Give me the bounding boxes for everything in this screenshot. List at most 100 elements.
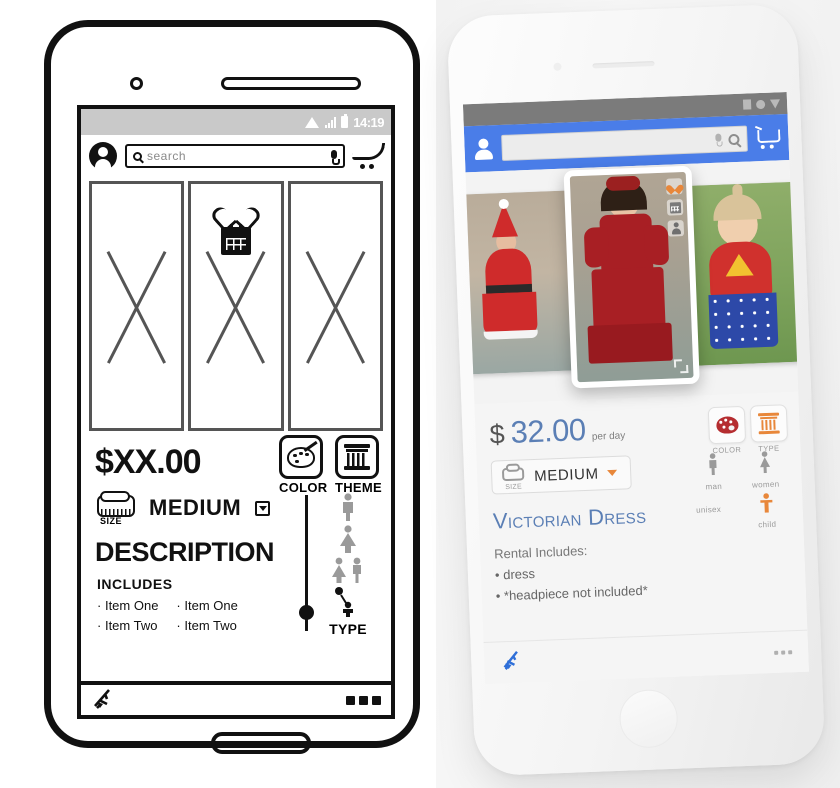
list-item-text: *headpiece not included* xyxy=(503,582,648,604)
mockup-screen: $ 32.00 per day SIZE MEDIUM Victorian Dr… xyxy=(462,91,809,685)
signal-icon xyxy=(325,116,337,128)
photo-placeholder[interactable] xyxy=(89,181,185,431)
audience-selector: man women unisex child xyxy=(686,450,794,564)
dropdown-caret-icon[interactable] xyxy=(255,500,271,516)
account-avatar-icon[interactable] xyxy=(89,142,117,171)
audience-option-man[interactable]: man xyxy=(688,452,737,492)
expand-fullscreen-icon[interactable] xyxy=(674,359,689,374)
brand-logo-icon[interactable] xyxy=(91,686,117,715)
photo-thumbnail[interactable] xyxy=(688,181,804,366)
status-time: 14:19 xyxy=(353,114,384,130)
list-item: • *headpiece not included* xyxy=(495,582,648,604)
slider-track xyxy=(305,495,308,615)
circle-icon xyxy=(755,99,766,109)
wireframe-gallery xyxy=(81,177,391,431)
mockup-phone-frame: $ 32.00 per day SIZE MEDIUM Victorian Dr… xyxy=(446,3,826,777)
includes-column-1: Item One Item Two xyxy=(97,598,158,638)
list-item: Item Two xyxy=(97,618,158,633)
photo-placeholder-featured[interactable] xyxy=(188,181,284,431)
mockup-gallery xyxy=(462,159,804,405)
comparison-stage: 14:19 search $XX.00 SIZE MEDIUM DESCRIPT… xyxy=(0,0,840,788)
color-button[interactable]: COLOR xyxy=(707,405,747,455)
home-button[interactable] xyxy=(618,688,679,749)
wireframe-status-bar: 14:19 xyxy=(81,109,391,135)
heart-outline-icon[interactable] xyxy=(209,198,263,233)
list-item: Item One xyxy=(97,598,158,613)
audience-label-child: child xyxy=(758,519,777,530)
audience-label-unisex: unisex xyxy=(696,504,722,515)
includes-column-2: Item One Item Two xyxy=(176,598,237,638)
battery-icon xyxy=(341,114,349,128)
type-label: TYPE xyxy=(329,621,367,637)
theme-button[interactable]: THEME xyxy=(335,435,382,495)
color-button[interactable]: COLOR xyxy=(279,435,327,495)
wireframe-panel: 14:19 search $XX.00 SIZE MEDIUM DESCRIPT… xyxy=(0,0,436,788)
size-selector[interactable]: SIZE MEDIUM xyxy=(490,455,632,495)
audience-option-child[interactable]: child xyxy=(742,492,791,530)
photo-placeholder[interactable] xyxy=(287,181,383,431)
woman-icon[interactable] xyxy=(319,525,377,553)
slider-track-lower xyxy=(305,615,308,631)
wireframe-phone-frame: 14:19 search $XX.00 SIZE MEDIUM DESCRIPT… xyxy=(44,20,420,754)
sim-icon xyxy=(742,99,752,110)
audience-option-unisex[interactable]: unisex xyxy=(684,502,732,515)
list-item-text: dress xyxy=(502,566,536,583)
front-camera-icon xyxy=(130,77,143,90)
wireframe-info-panel: $XX.00 SIZE MEDIUM DESCRIPTION INCLUDES xyxy=(81,431,391,638)
list-item: Item One xyxy=(176,598,237,613)
search-input[interactable]: search xyxy=(125,144,345,168)
mockup-attribute-buttons: COLOR TYPE xyxy=(707,404,789,455)
search-input[interactable] xyxy=(501,125,748,161)
search-icon xyxy=(133,151,142,161)
wireframe-attribute-buttons: COLOR THEME xyxy=(279,435,382,495)
photo-thumbnail[interactable] xyxy=(462,190,576,375)
wireframe-screen: 14:19 search $XX.00 SIZE MEDIUM DESCRIPT… xyxy=(77,105,395,685)
man-icon[interactable] xyxy=(319,493,377,521)
dropdown-caret-icon[interactable] xyxy=(607,469,618,477)
home-button[interactable] xyxy=(211,732,311,754)
search-icon[interactable] xyxy=(728,133,740,145)
audience-label-man: man xyxy=(705,481,723,492)
photo-featured-card[interactable] xyxy=(563,165,700,389)
unisex-icon[interactable] xyxy=(319,557,377,583)
photo-overlay-actions xyxy=(664,178,685,237)
wireframe-footer xyxy=(77,685,395,719)
calendar-icon[interactable] xyxy=(666,199,684,216)
more-options-icon[interactable] xyxy=(774,649,793,655)
favorite-group xyxy=(209,198,263,255)
wifi-icon xyxy=(305,116,320,128)
shopping-cart-icon[interactable] xyxy=(754,125,781,150)
palette-icon xyxy=(715,416,739,434)
size-value: MEDIUM xyxy=(533,465,599,485)
currency-symbol: $ xyxy=(489,419,506,450)
column-icon xyxy=(757,412,780,435)
tape-measure-icon: SIZE xyxy=(501,463,526,491)
earpiece-speaker xyxy=(221,77,361,90)
size-value: MEDIUM xyxy=(149,495,242,520)
front-camera-icon xyxy=(553,62,562,71)
download-icon xyxy=(769,98,781,109)
more-options-icon[interactable] xyxy=(346,695,381,705)
calendar-icon[interactable] xyxy=(220,224,251,255)
mockup-panel: $ 32.00 per day SIZE MEDIUM Victorian Dr… xyxy=(436,0,840,788)
search-placeholder: search xyxy=(147,149,187,163)
price-amount: 32.00 xyxy=(509,411,587,450)
earpiece-speaker xyxy=(592,61,655,69)
favorite-heart-icon[interactable] xyxy=(664,178,685,195)
audience-option-women[interactable]: women xyxy=(740,450,789,490)
wireframe-app-bar: search xyxy=(81,135,391,177)
size-icon-label: SIZE xyxy=(100,516,123,526)
person-icon[interactable] xyxy=(667,220,685,237)
shopping-cart-icon[interactable] xyxy=(351,143,386,169)
child-icon[interactable] xyxy=(319,587,377,617)
brand-logo-icon[interactable] xyxy=(500,648,525,676)
account-avatar-icon[interactable] xyxy=(473,137,494,160)
type-button[interactable]: TYPE xyxy=(749,404,789,453)
microphone-icon[interactable] xyxy=(715,133,721,146)
type-slider[interactable]: TYPE xyxy=(299,493,377,637)
microphone-icon[interactable] xyxy=(331,149,340,165)
palette-icon xyxy=(287,446,315,468)
list-item: Item Two xyxy=(176,618,237,633)
tape-measure-icon: SIZE xyxy=(97,491,135,526)
column-icon xyxy=(344,444,370,470)
